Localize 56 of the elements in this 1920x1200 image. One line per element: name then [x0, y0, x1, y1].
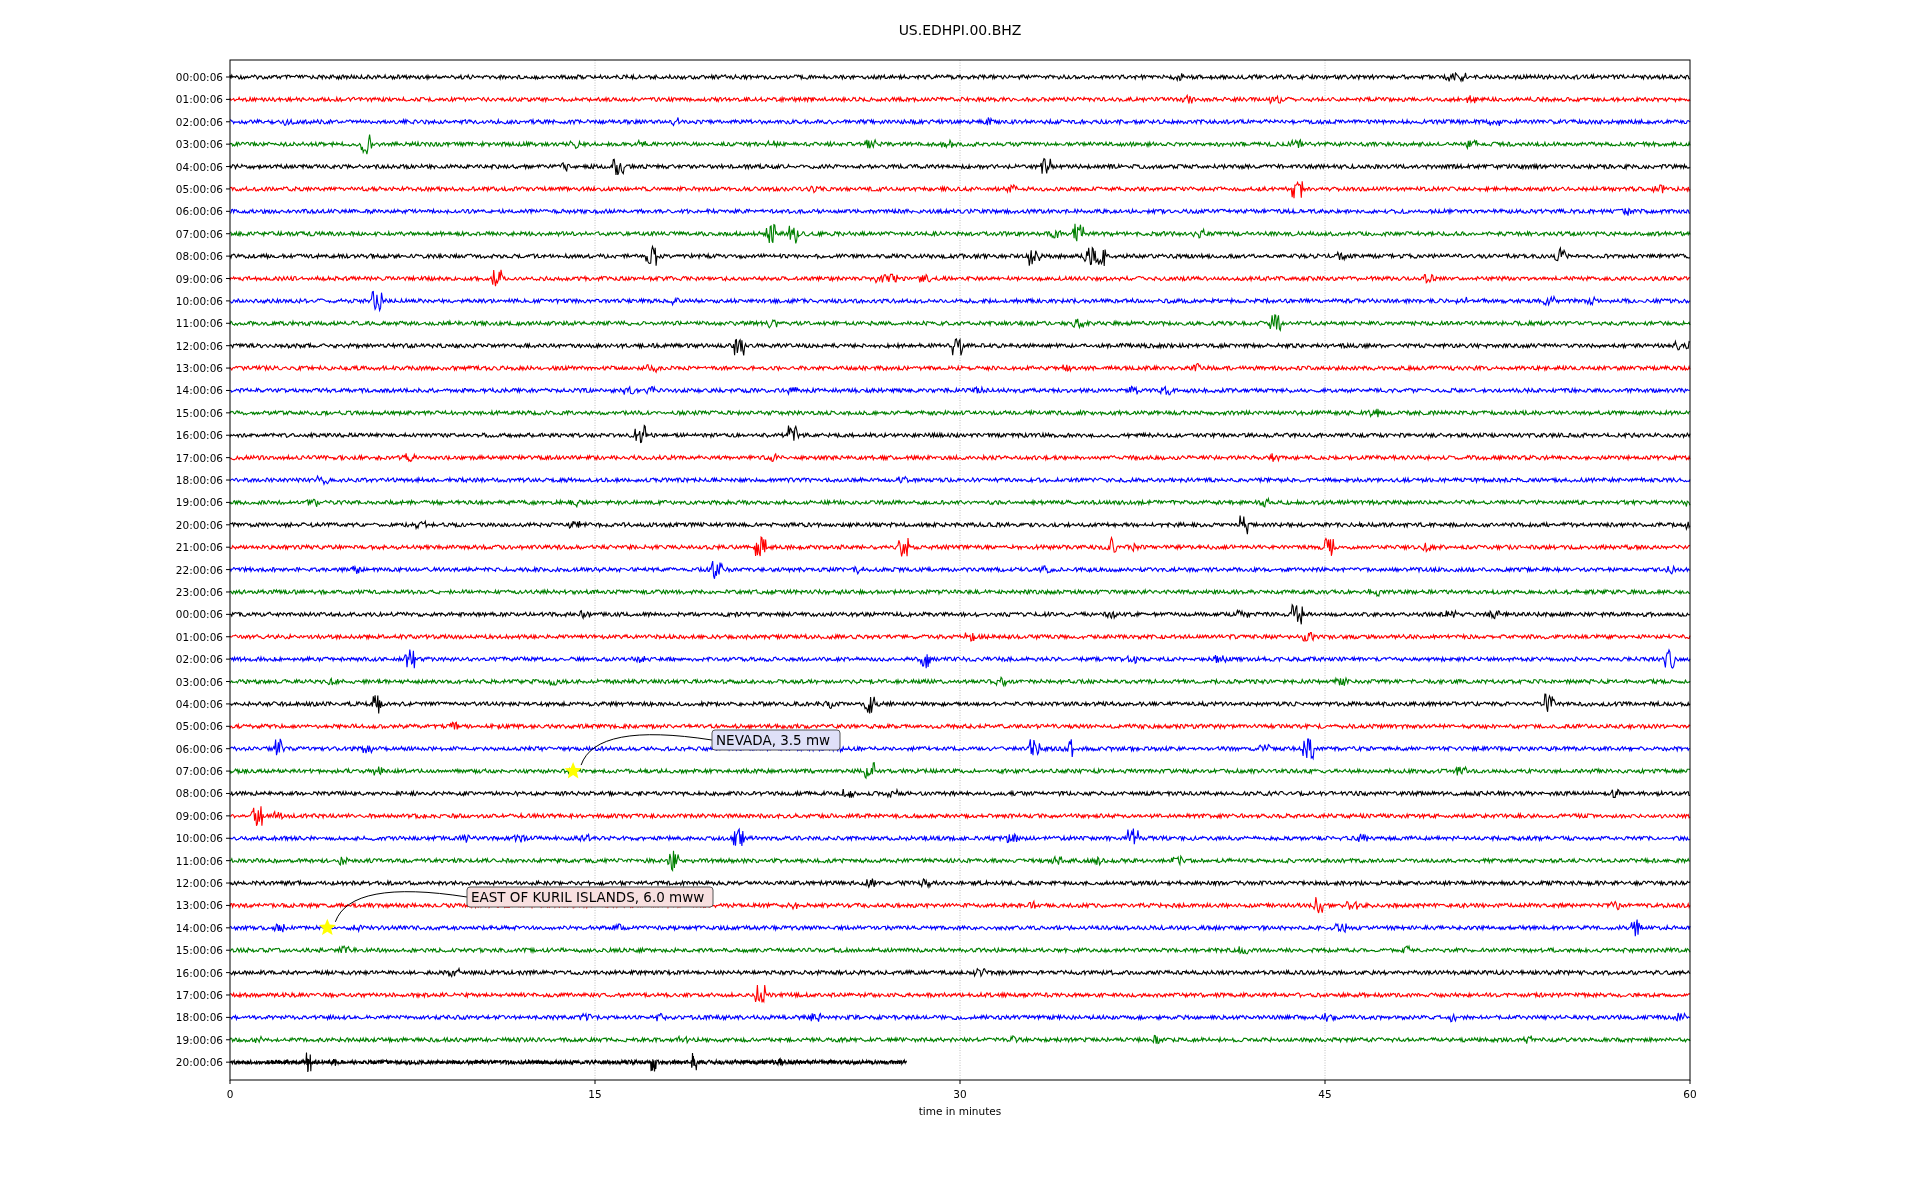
row-time-label: 10:00:06	[175, 294, 223, 307]
annotation-label: NEVADA, 3.5 mw	[711, 729, 841, 751]
star-icon	[564, 762, 582, 779]
row-time-label: 04:00:06	[175, 697, 223, 710]
row-time-label: 15:00:06	[175, 406, 223, 419]
row-time-label: 10:00:06	[175, 832, 223, 845]
row-time-label: 08:00:06	[175, 250, 223, 263]
star-icon	[318, 918, 336, 936]
axis-label: time in minutes	[918, 1105, 1002, 1117]
row-time-label: 14:00:06	[175, 384, 223, 397]
row-time-label: 19:00:06	[175, 1033, 223, 1046]
annotation-label: EAST OF KURIL ISLANDS, 6.0 mww	[466, 886, 714, 908]
axis-tick-label: 0	[226, 1088, 234, 1100]
row-time-label: 09:00:06	[175, 809, 223, 822]
row-time-label: 16:00:06	[175, 429, 223, 442]
row-time-label: 11:00:06	[175, 317, 223, 330]
row-time-label: 18:00:06	[175, 474, 223, 486]
row-time-label: 11:00:06	[175, 854, 223, 867]
row-time-label: 00:00:06	[175, 71, 223, 83]
row-time-label: 23:00:06	[175, 585, 223, 598]
row-time-label: 15:00:06	[175, 944, 223, 957]
row-time-label: 01:00:06	[175, 93, 223, 106]
row-time-label: 07:00:06	[175, 765, 223, 778]
row-time-label: 13:00:06	[175, 899, 223, 912]
row-time-label: 12:00:06	[175, 339, 223, 352]
row-time-label: 05:00:06	[175, 720, 223, 733]
row-time-label: 21:00:06	[175, 541, 223, 554]
row-time-label: 02:00:06	[175, 653, 223, 666]
axis-tick-label: 30	[953, 1088, 967, 1100]
row-time-label: 04:00:06	[175, 160, 223, 173]
row-time-label: 09:00:06	[175, 272, 223, 285]
chart-title: US.EDHPI.00.BHZ	[898, 22, 1022, 38]
row-time-label: 20:00:06	[175, 518, 223, 531]
axis-tick-label: 15	[588, 1088, 602, 1100]
row-time-label: 01:00:06	[175, 630, 223, 643]
row-time-label: 07:00:06	[175, 227, 223, 240]
row-time-label: 00:00:06	[175, 608, 223, 621]
row-time-label: 06:00:06	[175, 205, 223, 218]
row-time-label: 12:00:06	[175, 877, 223, 890]
row-time-label: 02:00:06	[175, 115, 223, 128]
axis-tick-label: 60	[1683, 1088, 1697, 1100]
row-time-label: 19:00:06	[175, 496, 223, 509]
row-time-label: 05:00:06	[175, 182, 223, 195]
row-time-label: 22:00:06	[175, 563, 223, 576]
row-time-label: 17:00:06	[175, 989, 223, 1001]
row-time-label: 06:00:06	[175, 742, 223, 755]
row-time-label: 14:00:06	[175, 921, 223, 934]
row-time-label: 17:00:06	[175, 451, 223, 464]
row-time-label: 16:00:06	[175, 966, 223, 979]
row-time-label: 03:00:06	[175, 138, 223, 151]
row-time-label: 03:00:06	[175, 675, 223, 688]
row-time-label: 08:00:06	[175, 787, 223, 800]
row-time-label: 18:00:06	[175, 1011, 223, 1024]
axis-tick-label: 45	[1318, 1088, 1332, 1100]
row-time-label: 13:00:06	[175, 362, 223, 375]
row-time-label: 20:00:06	[175, 1056, 223, 1069]
